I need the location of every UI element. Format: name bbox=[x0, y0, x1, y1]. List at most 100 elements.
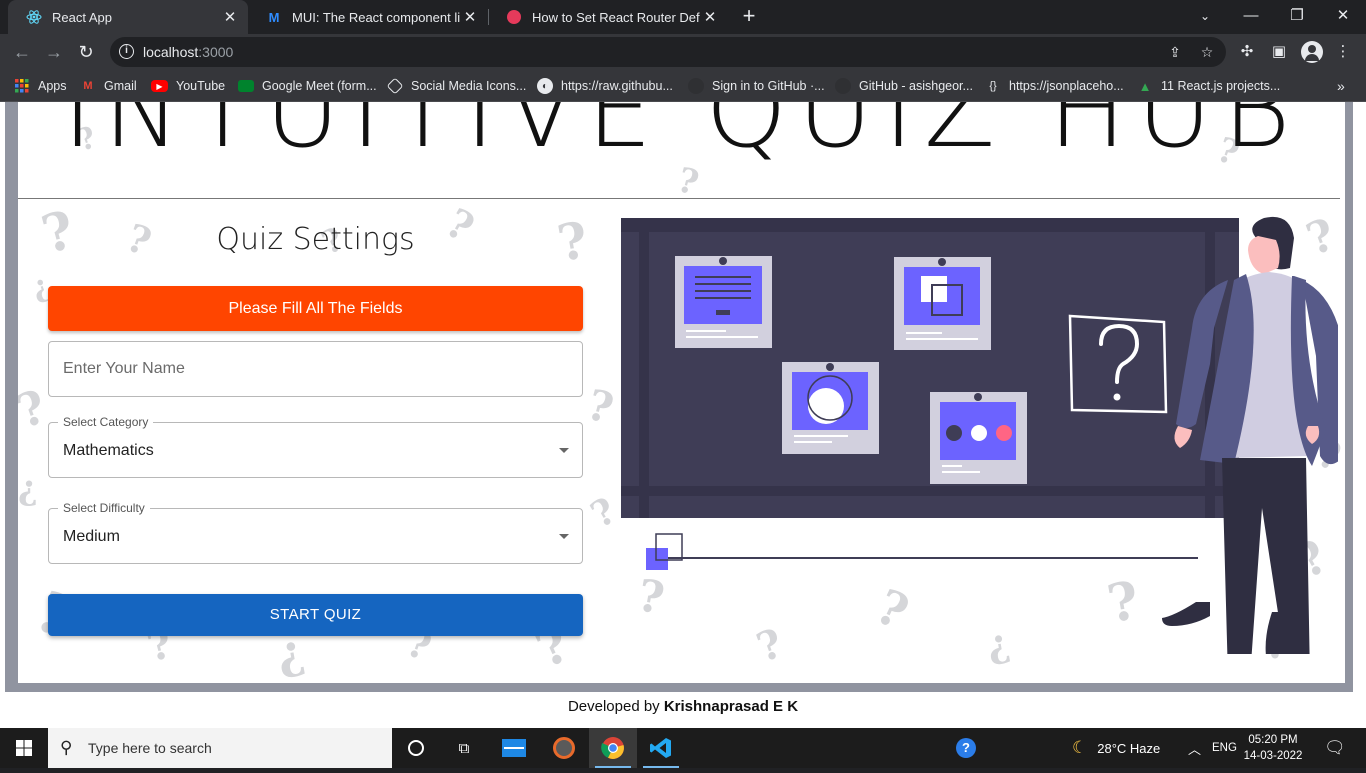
footer-prefix: Developed by bbox=[567, 698, 660, 715]
windows-taskbar: ⚲ Type here to search ⧉ ? ☾ 28°C Haze ︿ … bbox=[0, 728, 1366, 768]
tab-react-app[interactable]: React App ✕ bbox=[8, 0, 248, 34]
tab-title: How to Set React Router Default bbox=[532, 9, 700, 25]
tab-search-button[interactable]: ⌄ bbox=[1182, 0, 1228, 34]
side-panel-icon[interactable]: ▣ bbox=[1267, 40, 1291, 64]
name-input[interactable] bbox=[49, 342, 582, 396]
bookmark-gmail[interactable]: M Gmail bbox=[80, 76, 137, 96]
gmail-icon: M bbox=[83, 80, 93, 92]
category-value: Mathematics bbox=[63, 442, 154, 459]
weather-text: 28°C Haze bbox=[1097, 740, 1161, 756]
bookmark-label: 11 React.js projects... bbox=[1161, 79, 1281, 93]
bookmark-react-projects[interactable]: ▲ 11 React.js projects... bbox=[1137, 76, 1281, 96]
bookmark-sign-in-github[interactable]: Sign in to GitHub ·... bbox=[688, 76, 825, 96]
react-icon bbox=[26, 9, 42, 25]
language-indicator[interactable]: ENG bbox=[1212, 728, 1237, 768]
browser-tab-bar: React App ✕ M MUI: The React component l… bbox=[0, 0, 1366, 34]
back-arrow-icon[interactable]: ← bbox=[10, 40, 34, 64]
bookmarks-bar: Apps M Gmail ▶ YouTube Google Meet (form… bbox=[0, 70, 1366, 102]
jsonplaceholder-icon: {} bbox=[989, 80, 997, 92]
tab-title: MUI: The React component librar bbox=[292, 9, 460, 25]
google-meet-icon bbox=[238, 80, 254, 92]
menu-icon[interactable]: ⋮ bbox=[1331, 40, 1355, 64]
site-icon bbox=[506, 9, 522, 25]
bookmark-label: Apps bbox=[38, 79, 67, 93]
bookmark-youtube[interactable]: ▶ YouTube bbox=[151, 76, 225, 96]
settings-title: Quiz Settings bbox=[216, 222, 415, 257]
dropdown-arrow-icon[interactable] bbox=[559, 534, 569, 539]
bookmark-label: Sign in to GitHub ·... bbox=[712, 79, 825, 93]
vscode-taskbar-icon[interactable] bbox=[637, 728, 685, 768]
minimize-button[interactable]: — bbox=[1228, 0, 1274, 34]
category-label: Select Category bbox=[58, 415, 154, 429]
bookmark-apps[interactable]: Apps bbox=[14, 76, 67, 96]
graduation-cap-icon: ▲ bbox=[1138, 78, 1152, 94]
close-tab-icon[interactable]: ✕ bbox=[700, 8, 720, 26]
taskbar-clock[interactable]: 05:20 PM 14-03-2022 bbox=[1240, 732, 1306, 764]
new-tab-button[interactable]: + bbox=[738, 5, 760, 27]
codepen-icon bbox=[386, 77, 404, 95]
cortana-icon[interactable] bbox=[392, 728, 440, 768]
windows-start-button[interactable] bbox=[0, 728, 48, 768]
tab-react-router[interactable]: How to Set React Router Default ✕ bbox=[488, 0, 728, 34]
clock-time: 05:20 PM bbox=[1248, 734, 1298, 746]
bookmark-label: Google Meet (form... bbox=[262, 79, 377, 93]
forward-arrow-icon[interactable]: → bbox=[42, 40, 66, 64]
task-view-icon[interactable]: ⧉ bbox=[440, 728, 488, 768]
bookmark-social-media-icons[interactable]: Social Media Icons... bbox=[386, 76, 526, 96]
dropdown-arrow-icon[interactable] bbox=[559, 448, 569, 453]
tab-title: React App bbox=[52, 9, 112, 25]
bookmark-raw-github[interactable]: ◐ https://raw.githubu... bbox=[537, 76, 673, 96]
browser-toolbar: ← → ↻ i localhost:3000 ⇪ ☆ ✣ ▣ ⋮ bbox=[0, 34, 1366, 70]
weather-widget[interactable]: ☾ 28°C Haze bbox=[1072, 728, 1160, 768]
help-icon[interactable]: ? bbox=[942, 728, 990, 768]
close-window-button[interactable]: ✕ bbox=[1320, 0, 1366, 34]
share-icon[interactable]: ⇪ bbox=[1166, 43, 1184, 61]
taskbar-search-box[interactable]: ⚲ Type here to search bbox=[48, 728, 392, 768]
bookmark-label: GitHub - asishgeor... bbox=[859, 79, 973, 93]
more-bookmarks-icon[interactable]: » bbox=[1337, 76, 1345, 96]
search-icon: ⚲ bbox=[60, 738, 73, 757]
search-placeholder: Type here to search bbox=[88, 740, 212, 756]
quiz-illustration bbox=[621, 216, 1338, 654]
start-quiz-button[interactable]: START QUIZ bbox=[48, 594, 583, 636]
clock-date: 14-03-2022 bbox=[1243, 750, 1303, 762]
site-info-icon[interactable]: i bbox=[119, 44, 134, 59]
category-select[interactable]: Select Category Mathematics bbox=[48, 415, 583, 478]
bookmark-github-asishgeor[interactable]: GitHub - asishgeor... bbox=[835, 76, 973, 96]
reload-icon[interactable]: ↻ bbox=[74, 40, 98, 64]
chrome-taskbar-icon[interactable] bbox=[589, 728, 637, 768]
close-tab-icon[interactable]: ✕ bbox=[220, 8, 240, 26]
bookmark-star-icon[interactable]: ☆ bbox=[1198, 43, 1216, 61]
bookmark-label: Gmail bbox=[104, 79, 137, 93]
youtube-icon: ▶ bbox=[151, 80, 168, 92]
bookmark-jsonplaceholder[interactable]: {} https://jsonplaceho... bbox=[985, 76, 1124, 96]
hero-title: INTUITIVE QUIZ HUB bbox=[62, 102, 1301, 171]
bookmark-label: https://raw.githubu... bbox=[561, 79, 673, 93]
bookmark-label: YouTube bbox=[176, 79, 226, 93]
github-icon bbox=[835, 78, 851, 94]
close-tab-icon[interactable]: ✕ bbox=[460, 8, 480, 26]
title-divider bbox=[18, 198, 1340, 199]
extensions-icon[interactable]: ✣ bbox=[1235, 40, 1259, 64]
difficulty-value: Medium bbox=[63, 528, 120, 545]
bookmark-label: https://jsonplaceho... bbox=[1009, 79, 1124, 93]
bookmark-google-meet[interactable]: Google Meet (form... bbox=[238, 76, 377, 96]
difficulty-label: Select Difficulty bbox=[58, 501, 150, 515]
mui-icon: M bbox=[268, 9, 280, 25]
page-viewport: ? ? ? ? ? ? ? ? ? ? ? ? ? ? ? ? ? ? ? ? bbox=[0, 102, 1366, 728]
difficulty-select[interactable]: Select Difficulty Medium bbox=[48, 501, 583, 564]
notification-icon[interactable]: 🗨 bbox=[1324, 728, 1346, 768]
name-field[interactable] bbox=[48, 341, 583, 397]
app-frame: ? ? ? ? ? ? ? ? ? ? ? ? ? ? ? ? ? ? ? ? bbox=[5, 102, 1353, 692]
tab-mui[interactable]: M MUI: The React component librar ✕ bbox=[248, 0, 488, 34]
url-text: localhost:3000 bbox=[143, 44, 234, 60]
tray-overflow-icon[interactable]: ︿ bbox=[1188, 728, 1201, 768]
footer-credit: Developed by Krishnaprasad E K bbox=[0, 698, 1366, 715]
profile-avatar[interactable] bbox=[1301, 41, 1323, 63]
windows-logo-icon bbox=[16, 740, 32, 756]
restore-button[interactable]: ❐ bbox=[1274, 0, 1320, 34]
globe-icon: ◐ bbox=[537, 78, 553, 94]
mail-icon[interactable] bbox=[490, 728, 538, 768]
address-bar[interactable]: i localhost:3000 ⇪ ☆ bbox=[110, 37, 1226, 67]
media-player-icon[interactable] bbox=[540, 728, 588, 768]
